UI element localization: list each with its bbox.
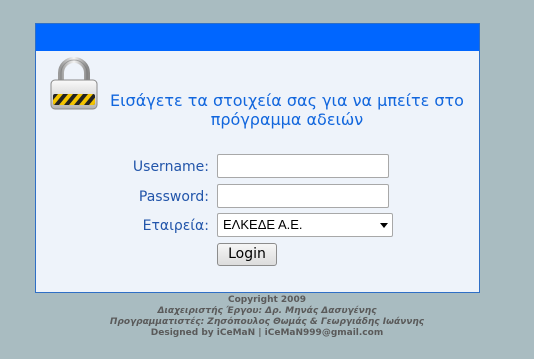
panel-header-bar (36, 24, 479, 51)
company-select[interactable]: ΕΛΚΕΔΕ Α.Ε. (217, 213, 393, 237)
username-input[interactable] (217, 154, 389, 178)
password-input[interactable] (217, 184, 389, 208)
username-label: Username: (132, 159, 209, 175)
password-label: Password: (138, 189, 209, 205)
footer-credits: Copyright 2009 Διαχειριστής Έργου: Δρ. Μ… (0, 295, 534, 339)
footer-copyright: Copyright 2009 (228, 295, 306, 305)
footer-programmers: Προγραμματιστές: Ζησόπουλος Θωμάς & Γεωρ… (109, 317, 425, 327)
welcome-message: Εισάγετε τα στοιχεία σας για να μπείτε σ… (102, 91, 472, 129)
company-label: Εταιρεία: (142, 218, 209, 234)
company-selected-value: ΕΛΚΕΔΕ Α.Ε. (223, 217, 303, 232)
welcome-line-1: Εισάγετε τα στοιχεία σας για να μπείτε σ… (110, 91, 464, 110)
login-button[interactable]: Login (217, 243, 277, 266)
dropdown-arrow-icon[interactable] (380, 223, 388, 228)
welcome-line-2: πρόγραμμα αδειών (210, 110, 364, 129)
login-panel: Εισάγετε τα στοιχεία σας για να μπείτε σ… (35, 23, 480, 293)
footer-designed-by: Designed by iCeMaN | iCeMaN999@gmail.com (150, 328, 384, 338)
footer-project-manager: Διαχειριστής Έργου: Δρ. Μηνάς Δασυγένης (157, 306, 377, 316)
padlock-icon (50, 57, 98, 110)
